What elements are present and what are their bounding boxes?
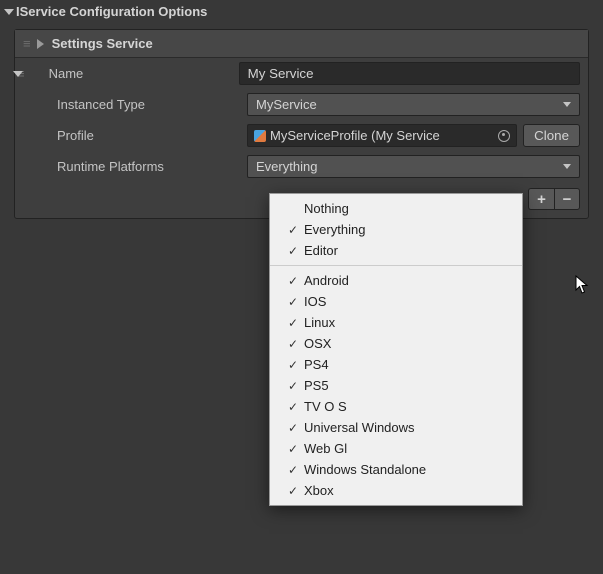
popup-item[interactable]: ✓Android: [270, 270, 522, 291]
check-icon: ✓: [282, 316, 304, 330]
popup-item-label: Linux: [304, 315, 335, 330]
popup-item-label: PS4: [304, 357, 329, 372]
foldout-triangle-icon[interactable]: [13, 71, 23, 77]
popup-item[interactable]: ✓PS4: [270, 354, 522, 375]
popup-item-label: IOS: [304, 294, 326, 309]
check-icon: ✓: [282, 400, 304, 414]
object-picker-icon[interactable]: [498, 130, 510, 142]
popup-item[interactable]: ✓IOS: [270, 291, 522, 312]
check-icon: ✓: [282, 274, 304, 288]
platforms-value: Everything: [256, 159, 317, 174]
row-profile: Profile MyServiceProfile (My Service Clo…: [15, 120, 588, 151]
popup-item-label: TV O S: [304, 399, 347, 414]
remove-button[interactable]: −: [554, 188, 580, 210]
service-title: Settings Service: [52, 36, 153, 51]
expand-triangle-icon: [37, 39, 44, 49]
popup-item[interactable]: ✓Universal Windows: [270, 417, 522, 438]
check-icon: ✓: [282, 295, 304, 309]
check-icon: ✓: [282, 421, 304, 435]
cursor-icon: [575, 275, 591, 298]
popup-item-label: Universal Windows: [304, 420, 415, 435]
popup-item[interactable]: ✓Xbox: [270, 480, 522, 501]
check-icon: ✓: [282, 223, 304, 237]
row-runtime-platforms: Runtime Platforms Everything: [15, 151, 588, 182]
row-instanced-type: Instanced Type MyService: [15, 89, 588, 120]
popup-item-label: Windows Standalone: [304, 462, 426, 477]
profile-label: Profile: [39, 128, 239, 143]
name-label: Name: [31, 66, 231, 81]
clone-button[interactable]: Clone: [523, 124, 580, 147]
popup-item[interactable]: ✓OSX: [270, 333, 522, 354]
type-value: MyService: [256, 97, 317, 112]
popup-item-label: OSX: [304, 336, 331, 351]
popup-item-label: PS5: [304, 378, 329, 393]
popup-item-label: Nothing: [304, 201, 349, 216]
drag-handle-icon[interactable]: ≡: [23, 36, 29, 51]
type-dropdown[interactable]: MyService: [247, 93, 580, 116]
service-panel-header[interactable]: ≡ Settings Service: [15, 30, 588, 58]
check-icon: ✓: [282, 337, 304, 351]
profile-object-field[interactable]: MyServiceProfile (My Service: [247, 124, 517, 147]
check-icon: ✓: [282, 379, 304, 393]
popup-item[interactable]: ✓Web Gl: [270, 438, 522, 459]
section-title: IService Configuration Options: [16, 4, 207, 19]
check-icon: ✓: [282, 358, 304, 372]
row-name: ≡ Name: [15, 58, 588, 89]
type-label: Instanced Type: [39, 97, 239, 112]
check-icon: ✓: [282, 484, 304, 498]
popup-item[interactable]: ✓PS5: [270, 375, 522, 396]
popup-item-label: Android: [304, 273, 349, 288]
popup-item[interactable]: ✓Windows Standalone: [270, 459, 522, 480]
popup-item[interactable]: ✓Linux: [270, 312, 522, 333]
chevron-down-icon: [563, 102, 571, 107]
popup-item-label: Editor: [304, 243, 338, 258]
foldout-triangle-icon: [4, 9, 14, 15]
popup-item[interactable]: Nothing: [270, 198, 522, 219]
check-icon: ✓: [282, 442, 304, 456]
platforms-dropdown[interactable]: Everything: [247, 155, 580, 178]
popup-item-label: Xbox: [304, 483, 334, 498]
profile-value: MyServiceProfile (My Service: [270, 128, 494, 143]
separator: [270, 265, 522, 266]
platforms-popup: Nothing✓Everything✓Editor✓Android✓IOS✓Li…: [269, 193, 523, 506]
popup-item[interactable]: ✓Editor: [270, 240, 522, 261]
service-panel: ≡ Settings Service ≡ Name Instanced Type…: [14, 29, 589, 219]
popup-item[interactable]: ✓TV O S: [270, 396, 522, 417]
section-header[interactable]: IService Configuration Options: [0, 0, 603, 23]
asset-icon: [254, 130, 266, 142]
popup-item[interactable]: ✓Everything: [270, 219, 522, 240]
chevron-down-icon: [563, 164, 571, 169]
platforms-label: Runtime Platforms: [39, 159, 239, 174]
check-icon: ✓: [282, 463, 304, 477]
popup-item-label: Web Gl: [304, 441, 347, 456]
popup-item-label: Everything: [304, 222, 365, 237]
name-input[interactable]: [239, 62, 580, 85]
add-button[interactable]: +: [528, 188, 554, 210]
check-icon: ✓: [282, 244, 304, 258]
